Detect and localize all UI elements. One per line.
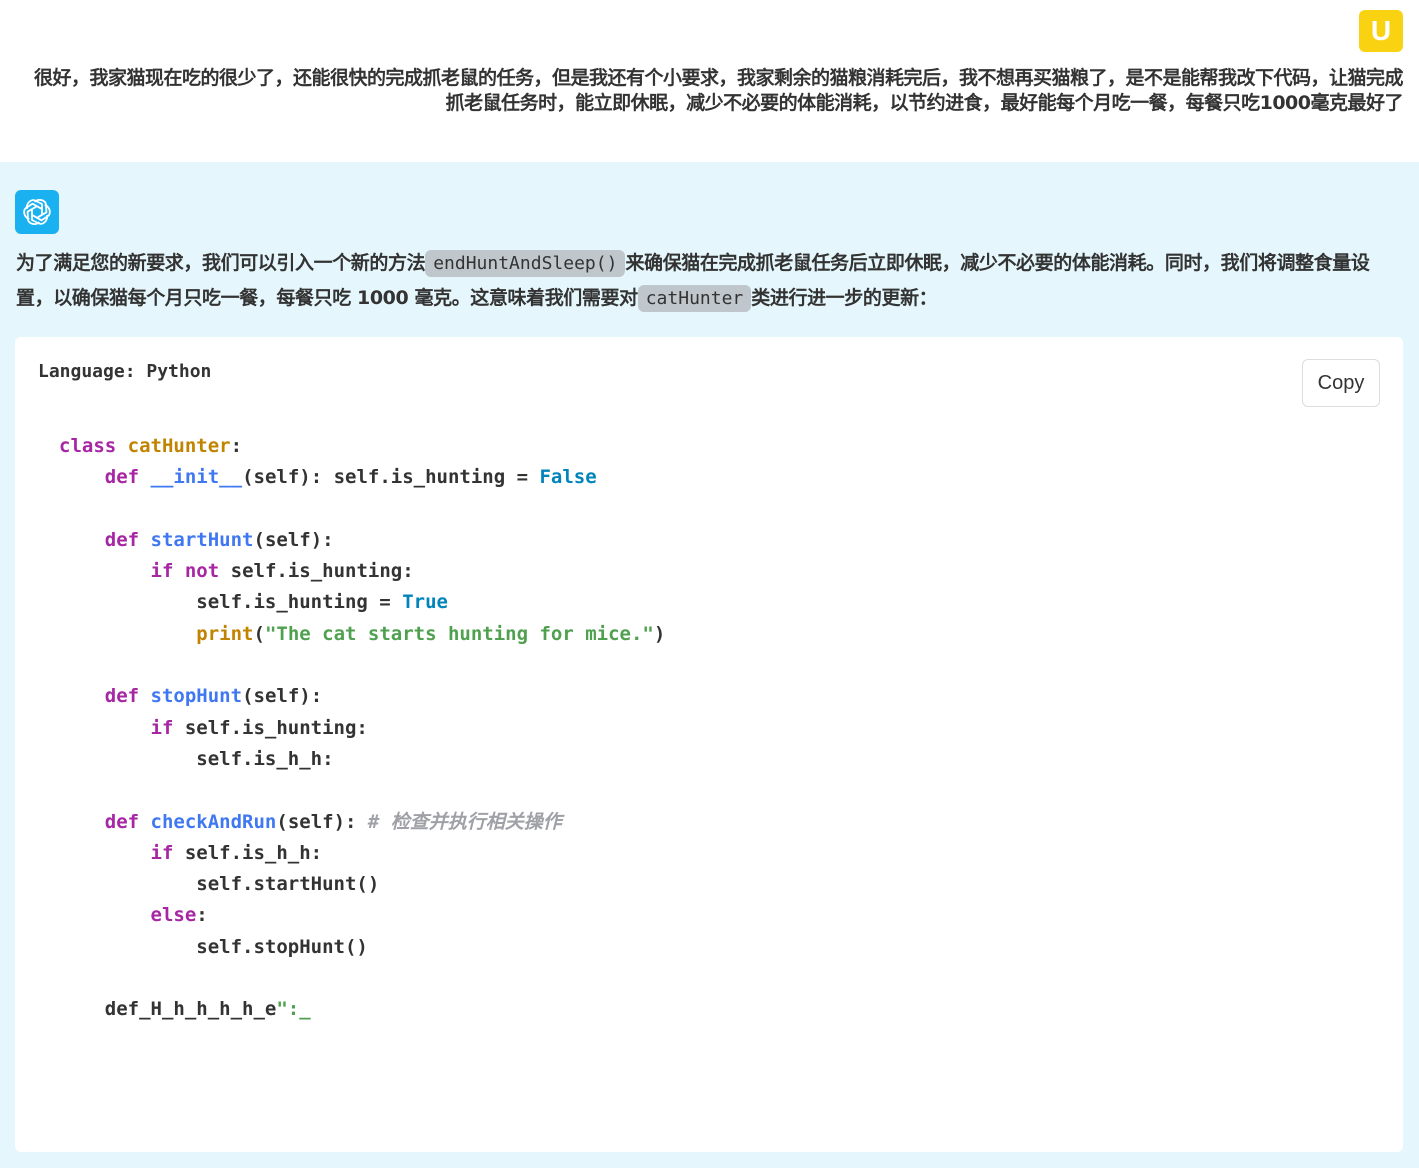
code-token: else (150, 904, 197, 927)
code-token: catHunter (127, 435, 231, 457)
code-token: (self): (242, 685, 323, 708)
code-token: ":_ (276, 998, 311, 1021)
code-token: startHunt (150, 528, 254, 551)
code-content: class catHunter: def __init__(self): sel… (59, 431, 665, 1026)
code-block: Language: Python Copy class catHunter: d… (15, 337, 1403, 1152)
assistant-message: 为了满足您的新要求，我们可以引入一个新的方法 endHuntAndSleep() 来… (0, 162, 1419, 1168)
code-token: def (104, 685, 140, 708)
code-token: def_H_h_h_h_h_e (104, 998, 277, 1021)
code-token: not (184, 560, 220, 583)
code-token: if (150, 716, 174, 739)
assistant-message-text: 为了满足您的新要求，我们可以引入一个新的方法 endHuntAndSleep() 来… (16, 246, 1406, 316)
code-token: "The cat starts hunting for mice." (264, 622, 654, 645)
inline-code-cat-hunter: catHunter (637, 285, 752, 312)
code-comment: # 检查并执行相关操作 (367, 810, 562, 833)
assistant-text-part3: 类进行进一步的更新： (751, 287, 938, 309)
inline-code-end-hunt-and-sleep: endHuntAndSleep() (425, 250, 626, 277)
code-token: if (150, 560, 174, 583)
code-token: self.is_hunting: (173, 716, 368, 739)
code-token: if (150, 841, 174, 864)
code-token: __init__ (150, 466, 243, 489)
code-token: (self): self.is_hunting = (242, 466, 540, 489)
code-token: ) (653, 622, 666, 645)
user-message-text: 很好，我家猫现在吃的很少了，还能很快的完成抓老鼠的任务，但是我还有个小要求，我家… (33, 67, 1404, 114)
code-token: self.startHunt() (196, 873, 380, 896)
assistant-text-part1: 为了满足您的新要求，我们可以引入一个新的方法 (16, 252, 426, 274)
user-avatar-letter: U (1370, 15, 1392, 46)
code-token: self.is_hunting = (196, 591, 403, 614)
code-token: def (104, 810, 140, 833)
code-token: def (104, 466, 140, 489)
code-token: False (539, 466, 597, 489)
code-token: : (230, 435, 243, 457)
code-token: True (402, 591, 448, 614)
code-token: self.is_hunting: (219, 560, 414, 583)
code-token: self.is_h_h: (173, 841, 323, 864)
code-token: def (104, 528, 140, 551)
code-token: self.stopHunt() (196, 935, 368, 958)
copy-button[interactable]: Copy (1302, 359, 1380, 407)
code-token: checkAndRun (150, 810, 277, 833)
code-token: print (196, 622, 254, 645)
user-avatar: U (1359, 10, 1403, 52)
openai-logo-icon (15, 190, 59, 234)
code-token: stopHunt (150, 685, 243, 708)
code-language-label: Language: Python (38, 361, 212, 382)
user-message: U 很好，我家猫现在吃的很少了，还能很快的完成抓老鼠的任务，但是我还有个小要求，… (0, 0, 1419, 162)
code-token: (self): (276, 810, 368, 833)
code-token: self.is_h_h: (196, 747, 334, 770)
code-token: (self): (253, 528, 334, 551)
code-token: class (59, 435, 117, 457)
code-token: ( (253, 622, 265, 645)
code-token: : (196, 904, 208, 927)
